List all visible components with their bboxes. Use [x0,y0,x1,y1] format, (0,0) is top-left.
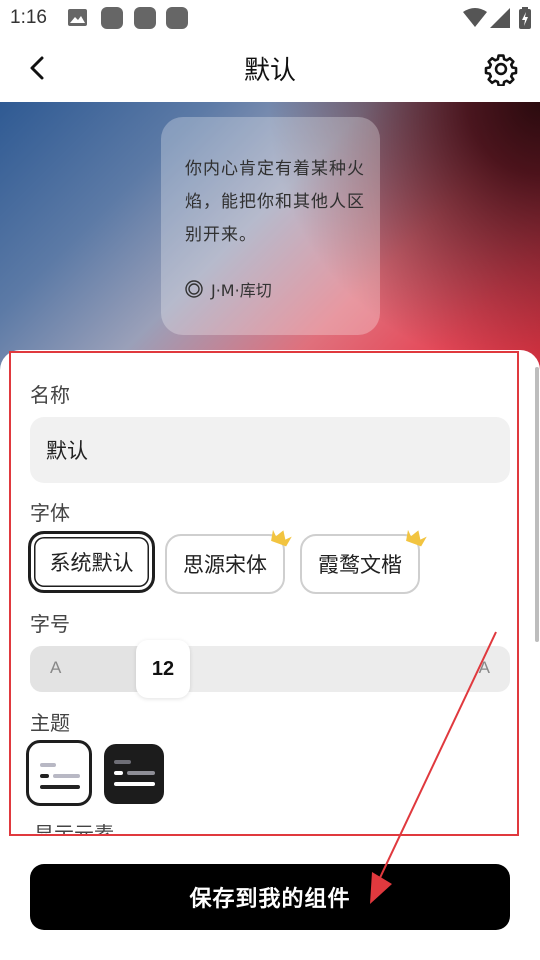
app-notification-icon [134,7,156,29]
page-title: 默认 [243,56,296,86]
scrollbar[interactable] [535,367,539,642]
status-bar: 1:16 [0,0,540,36]
author-name: J·M·库切 [211,281,272,300]
wifi-icon [463,8,487,27]
app-bar: 默认 [0,36,540,102]
signal-icon [490,8,510,28]
image-notification-icon [68,9,87,26]
app-notification-icon [101,7,123,29]
annotation-highlight-box [9,351,519,836]
save-to-my-widgets-button[interactable]: 保存到我的组件 [30,864,510,930]
quote-author: J·M·库切 [185,277,272,301]
gear-icon[interactable] [484,52,518,86]
author-ring-icon [185,280,203,298]
battery-charging-icon [519,7,531,29]
quote-card: 你内心肯定有着某种火焰，能把你和其他人区别开来。 J·M·库切 [161,117,380,335]
widget-preview: 你内心肯定有着某种火焰，能把你和其他人区别开来。 J·M·库切 [0,102,540,372]
app-notification-icon [166,7,188,29]
quote-text: 你内心肯定有着某种火焰，能把你和其他人区别开来。 [185,159,365,245]
status-time: 1:16 [10,7,47,28]
